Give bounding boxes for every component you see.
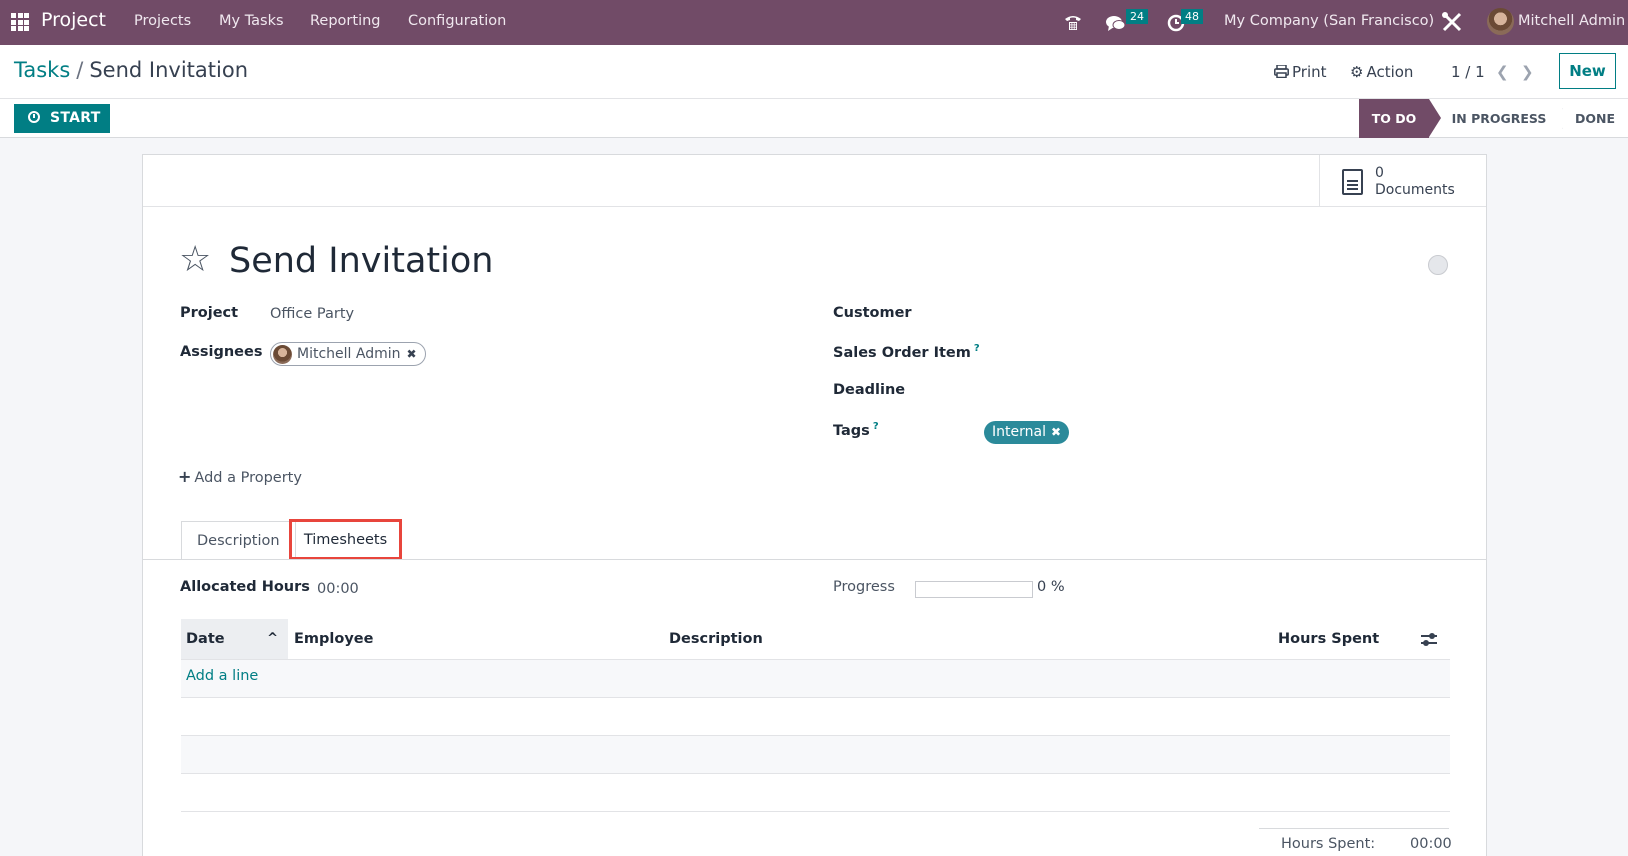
documents-label: Documents xyxy=(1375,182,1455,198)
assignee-chip[interactable]: Mitchell Admin ✖ xyxy=(270,342,426,366)
tag-chip[interactable]: Internal ✖ xyxy=(984,421,1070,444)
start-label: START xyxy=(50,110,101,126)
empty-row xyxy=(181,773,1450,811)
table-bottom-border xyxy=(181,811,1450,812)
apps-menu-icon[interactable] xyxy=(11,13,29,31)
kanban-state-icon[interactable] xyxy=(1428,255,1448,275)
user-menu[interactable]: Mitchell Admin xyxy=(1518,13,1625,29)
add-property-button[interactable]: + Add a Property xyxy=(178,467,302,486)
tags-label: Tags? xyxy=(833,421,879,439)
pager-previous-icon[interactable]: ❮ xyxy=(1496,63,1509,81)
priority-star-icon[interactable]: ☆ xyxy=(179,242,211,278)
tab-description[interactable]: Description xyxy=(181,521,296,560)
column-header-hours-spent[interactable]: Hours Spent xyxy=(1278,619,1379,659)
breadcrumb-current: Send Invitation xyxy=(89,58,249,82)
form-sheet: 0 Documents ☆ Send Invitation Project Of… xyxy=(142,154,1487,856)
progress-label: Progress xyxy=(833,579,895,595)
remove-tag-icon[interactable]: ✖ xyxy=(1051,425,1061,439)
progress-percent: 0 % xyxy=(1037,579,1065,595)
progress-bar xyxy=(915,581,1033,598)
pager-next-icon[interactable]: ❯ xyxy=(1521,63,1534,81)
menu-projects[interactable]: Projects xyxy=(134,13,191,29)
control-panel: Tasks / Send Invitation Print ⚙ Action 1 / … xyxy=(0,45,1628,138)
total-divider xyxy=(1259,828,1449,829)
empty-row xyxy=(181,735,1450,773)
customer-label: Customer xyxy=(833,305,912,321)
add-line-link[interactable]: Add a line xyxy=(186,668,258,684)
printer-icon xyxy=(1274,64,1289,79)
customer-field[interactable] xyxy=(984,301,1434,327)
menu-configuration[interactable]: Configuration xyxy=(408,13,506,29)
empty-row xyxy=(181,697,1450,735)
stage-to-do[interactable]: TO DO xyxy=(1359,99,1441,138)
activities-count-badge: 48 xyxy=(1181,9,1203,24)
allocated-hours-label: Allocated Hours xyxy=(180,579,310,595)
print-label: Print xyxy=(1292,63,1327,81)
document-icon xyxy=(1342,169,1363,195)
task-title[interactable]: Send Invitation xyxy=(229,242,493,281)
remove-assignee-icon[interactable]: ✖ xyxy=(407,343,417,365)
assignees-label: Assignees xyxy=(180,344,263,360)
stage-in-progress[interactable]: IN PROGRESS xyxy=(1439,99,1563,138)
tag-label: Internal xyxy=(992,424,1046,440)
plus-icon: + xyxy=(178,467,192,486)
breadcrumb-tasks-link[interactable]: Tasks xyxy=(14,58,70,82)
allocated-hours-field[interactable]: 00:00 xyxy=(317,581,359,597)
column-header-employee[interactable]: Employee xyxy=(294,619,373,659)
company-switcher[interactable]: My Company (San Francisco) xyxy=(1224,13,1434,29)
debug-tools-icon[interactable] xyxy=(1441,11,1463,33)
help-tooltip-icon[interactable]: ? xyxy=(974,343,980,354)
assignee-name: Mitchell Admin xyxy=(297,346,401,362)
phone-icon[interactable] xyxy=(1063,12,1083,32)
print-button[interactable]: Print xyxy=(1274,63,1327,81)
app-name[interactable]: Project xyxy=(41,9,106,31)
hours-spent-total-label: Hours Spent: xyxy=(1281,836,1376,852)
menu-reporting[interactable]: Reporting xyxy=(310,13,381,29)
hours-spent-total-value: 00:00 xyxy=(1410,836,1452,852)
chat-icon[interactable] xyxy=(1105,13,1127,33)
assignee-avatar xyxy=(273,344,292,364)
button-box: 0 Documents xyxy=(143,155,1486,207)
menu-my-tasks[interactable]: My Tasks xyxy=(219,13,284,29)
messages-count-badge: 24 xyxy=(1126,9,1148,24)
project-field[interactable]: Office Party xyxy=(270,306,354,322)
documents-button[interactable]: 0 Documents xyxy=(1319,155,1486,207)
project-label: Project xyxy=(180,305,239,321)
deadline-field[interactable] xyxy=(984,378,1434,404)
start-timer-button[interactable]: START xyxy=(14,104,110,133)
help-tooltip-icon[interactable]: ? xyxy=(873,421,879,432)
tab-timesheets[interactable]: Timesheets xyxy=(289,519,402,560)
breadcrumb-separator: / xyxy=(76,58,84,82)
column-header-description[interactable]: Description xyxy=(669,619,763,659)
action-button[interactable]: ⚙ Action xyxy=(1350,63,1413,81)
sales-order-item-label: Sales Order Item? xyxy=(833,343,980,361)
action-label: Action xyxy=(1366,63,1414,81)
add-line-row: Add a line xyxy=(181,659,1450,697)
gear-icon: ⚙ xyxy=(1350,63,1364,81)
user-avatar[interactable] xyxy=(1487,8,1514,35)
sort-ascending-icon: ^ xyxy=(267,631,278,646)
new-button[interactable]: New xyxy=(1559,53,1616,89)
optional-columns-toggle-icon[interactable] xyxy=(1421,632,1437,646)
sales-order-item-field[interactable] xyxy=(984,339,1434,365)
documents-count: 0 xyxy=(1375,165,1384,181)
tabs-divider xyxy=(143,559,1486,560)
deadline-label: Deadline xyxy=(833,382,906,398)
stage-done[interactable]: DONE xyxy=(1562,99,1628,138)
top-navbar: Project Projects My Tasks Reporting Conf… xyxy=(0,0,1628,45)
pager-value[interactable]: 1 / 1 xyxy=(1451,63,1485,81)
breadcrumb: Tasks / Send Invitation xyxy=(14,58,248,82)
clock-icon xyxy=(28,111,40,123)
column-header-date[interactable]: Date ^ xyxy=(181,619,288,659)
